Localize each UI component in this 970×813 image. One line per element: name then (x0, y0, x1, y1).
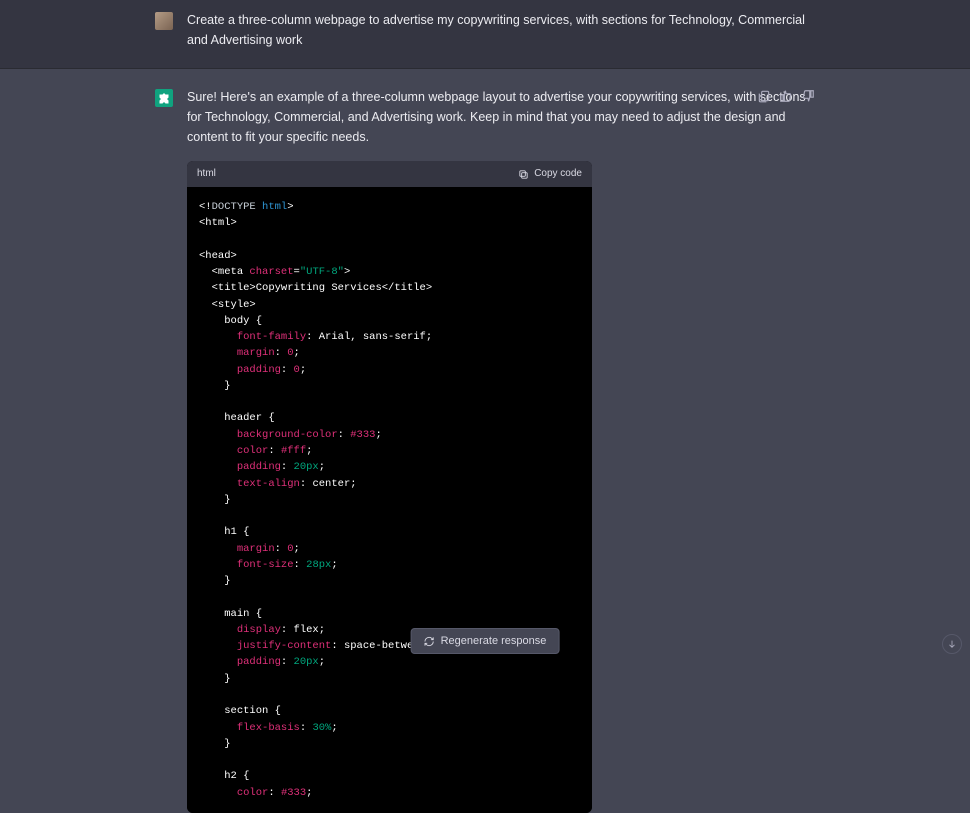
code-header: html Copy code (187, 161, 592, 187)
clipboard-icon[interactable] (757, 89, 771, 103)
copy-code-button[interactable]: Copy code (518, 166, 582, 182)
code-body[interactable]: <!DOCTYPE html> <html> <head> <meta char… (187, 187, 592, 813)
thumbs-up-icon[interactable] (779, 89, 793, 103)
user-avatar (155, 12, 173, 30)
feedback-actions (757, 89, 815, 103)
copy-icon (518, 169, 529, 180)
regenerate-label: Regenerate response (441, 635, 547, 647)
regenerate-icon (424, 636, 435, 647)
user-message-row: Create a three-column webpage to adverti… (0, 0, 970, 69)
code-language-label: html (197, 166, 216, 182)
copy-code-label: Copy code (534, 166, 582, 182)
thumbs-down-icon[interactable] (801, 89, 815, 103)
assistant-avatar (155, 89, 173, 107)
regenerate-response-button[interactable]: Regenerate response (411, 628, 560, 654)
assistant-message-row: Sure! Here's an example of a three-colum… (0, 69, 970, 813)
code-block: html Copy code <!DOCTYPE html> <html> <h… (187, 161, 592, 813)
scroll-to-bottom-button[interactable] (942, 634, 962, 654)
assistant-intro-text: Sure! Here's an example of a three-colum… (187, 87, 815, 147)
arrow-down-icon (947, 639, 957, 649)
user-prompt: Create a three-column webpage to adverti… (187, 10, 815, 50)
